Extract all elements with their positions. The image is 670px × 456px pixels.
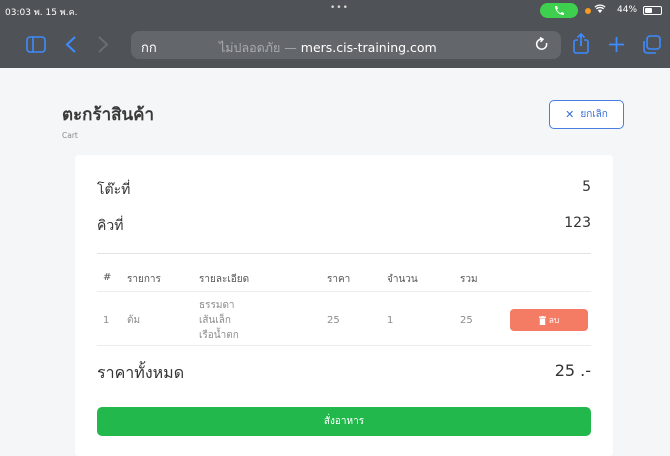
forward-icon[interactable] (97, 36, 109, 53)
cart-card: โต๊ะที่ 5 คิวที่ 123 # รายการ รายละเอียด… (75, 155, 613, 456)
phone-icon (555, 6, 564, 15)
page-content: ตะกร้าสินค้า Cart ✕ ยกเลิก โต๊ะที่ 5 คิว… (0, 68, 670, 456)
row-detail: ธรรมดา (199, 300, 235, 311)
cancel-button-label: ยกเลิก (580, 109, 608, 120)
status-time: 03:03 พ. 15 พ.ค. (5, 8, 78, 18)
column-header-total: รวม (460, 274, 478, 285)
table-divider (97, 345, 591, 346)
multitasking-dots[interactable]: ••• (330, 3, 349, 13)
row-total: 25 (460, 315, 473, 326)
delete-button[interactable]: ลบ (510, 309, 588, 331)
reload-icon[interactable] (535, 37, 549, 52)
table-number-label: โต๊ะที่ (97, 182, 131, 198)
table-divider (97, 253, 591, 254)
wifi-icon (594, 4, 606, 13)
battery-icon (643, 6, 662, 15)
queue-number-value: 123 (564, 215, 591, 231)
delete-button-label: ลบ (548, 316, 560, 326)
row-price: 25 (327, 315, 340, 326)
status-bar: 03:03 พ. 15 พ.ค. ••• 44% (0, 0, 670, 20)
close-icon: ✕ (565, 108, 575, 121)
row-detail: เส้นเล็ก (199, 315, 231, 326)
sidebar-icon[interactable] (26, 36, 46, 53)
trash-icon (538, 315, 546, 325)
back-icon[interactable] (65, 36, 77, 53)
page-subtitle: Cart (62, 131, 78, 140)
page-title: ตะกร้าสินค้า (62, 105, 155, 125)
row-quantity: 1 (387, 315, 394, 326)
share-icon[interactable] (573, 33, 589, 54)
cancel-button[interactable]: ✕ ยกเลิก (549, 100, 624, 129)
address-bar[interactable]: กก ไม่ปลอดภัย — mers.cis-training.com (131, 31, 561, 59)
new-tab-icon[interactable] (608, 36, 625, 53)
column-header-price: ราคา (327, 274, 351, 285)
column-header-details: รายละเอียด (199, 274, 250, 285)
total-label: ราคาทั้งหมด (97, 363, 185, 382)
total-value: 25 .- (554, 361, 591, 380)
column-header-item: รายการ (127, 274, 161, 285)
row-index: 1 (103, 315, 110, 326)
mic-indicator-dot (585, 8, 591, 14)
not-secure-label: ไม่ปลอดภัย (219, 40, 281, 55)
browser-chrome: 03:03 พ. 15 พ.ค. ••• 44% กก ไม่ปลอดภัย —… (0, 0, 670, 68)
order-button[interactable]: สั่งอาหาร (97, 407, 591, 436)
table-divider (97, 291, 591, 292)
column-header-quantity: จำนวน (387, 274, 418, 285)
tabs-overview-icon[interactable] (642, 35, 662, 54)
table-number-value: 5 (582, 179, 591, 195)
call-indicator[interactable] (540, 3, 578, 18)
reader-button[interactable]: กก (141, 37, 157, 58)
battery-percent: 44% (617, 5, 638, 15)
row-detail: เรือน้ำตก (199, 330, 239, 341)
column-header-index: # (103, 272, 112, 283)
row-item: ต้ม (127, 315, 141, 326)
queue-number-label: คิวที่ (97, 218, 124, 234)
url-text[interactable]: ไม่ปลอดภัย — mers.cis-training.com (219, 38, 437, 58)
